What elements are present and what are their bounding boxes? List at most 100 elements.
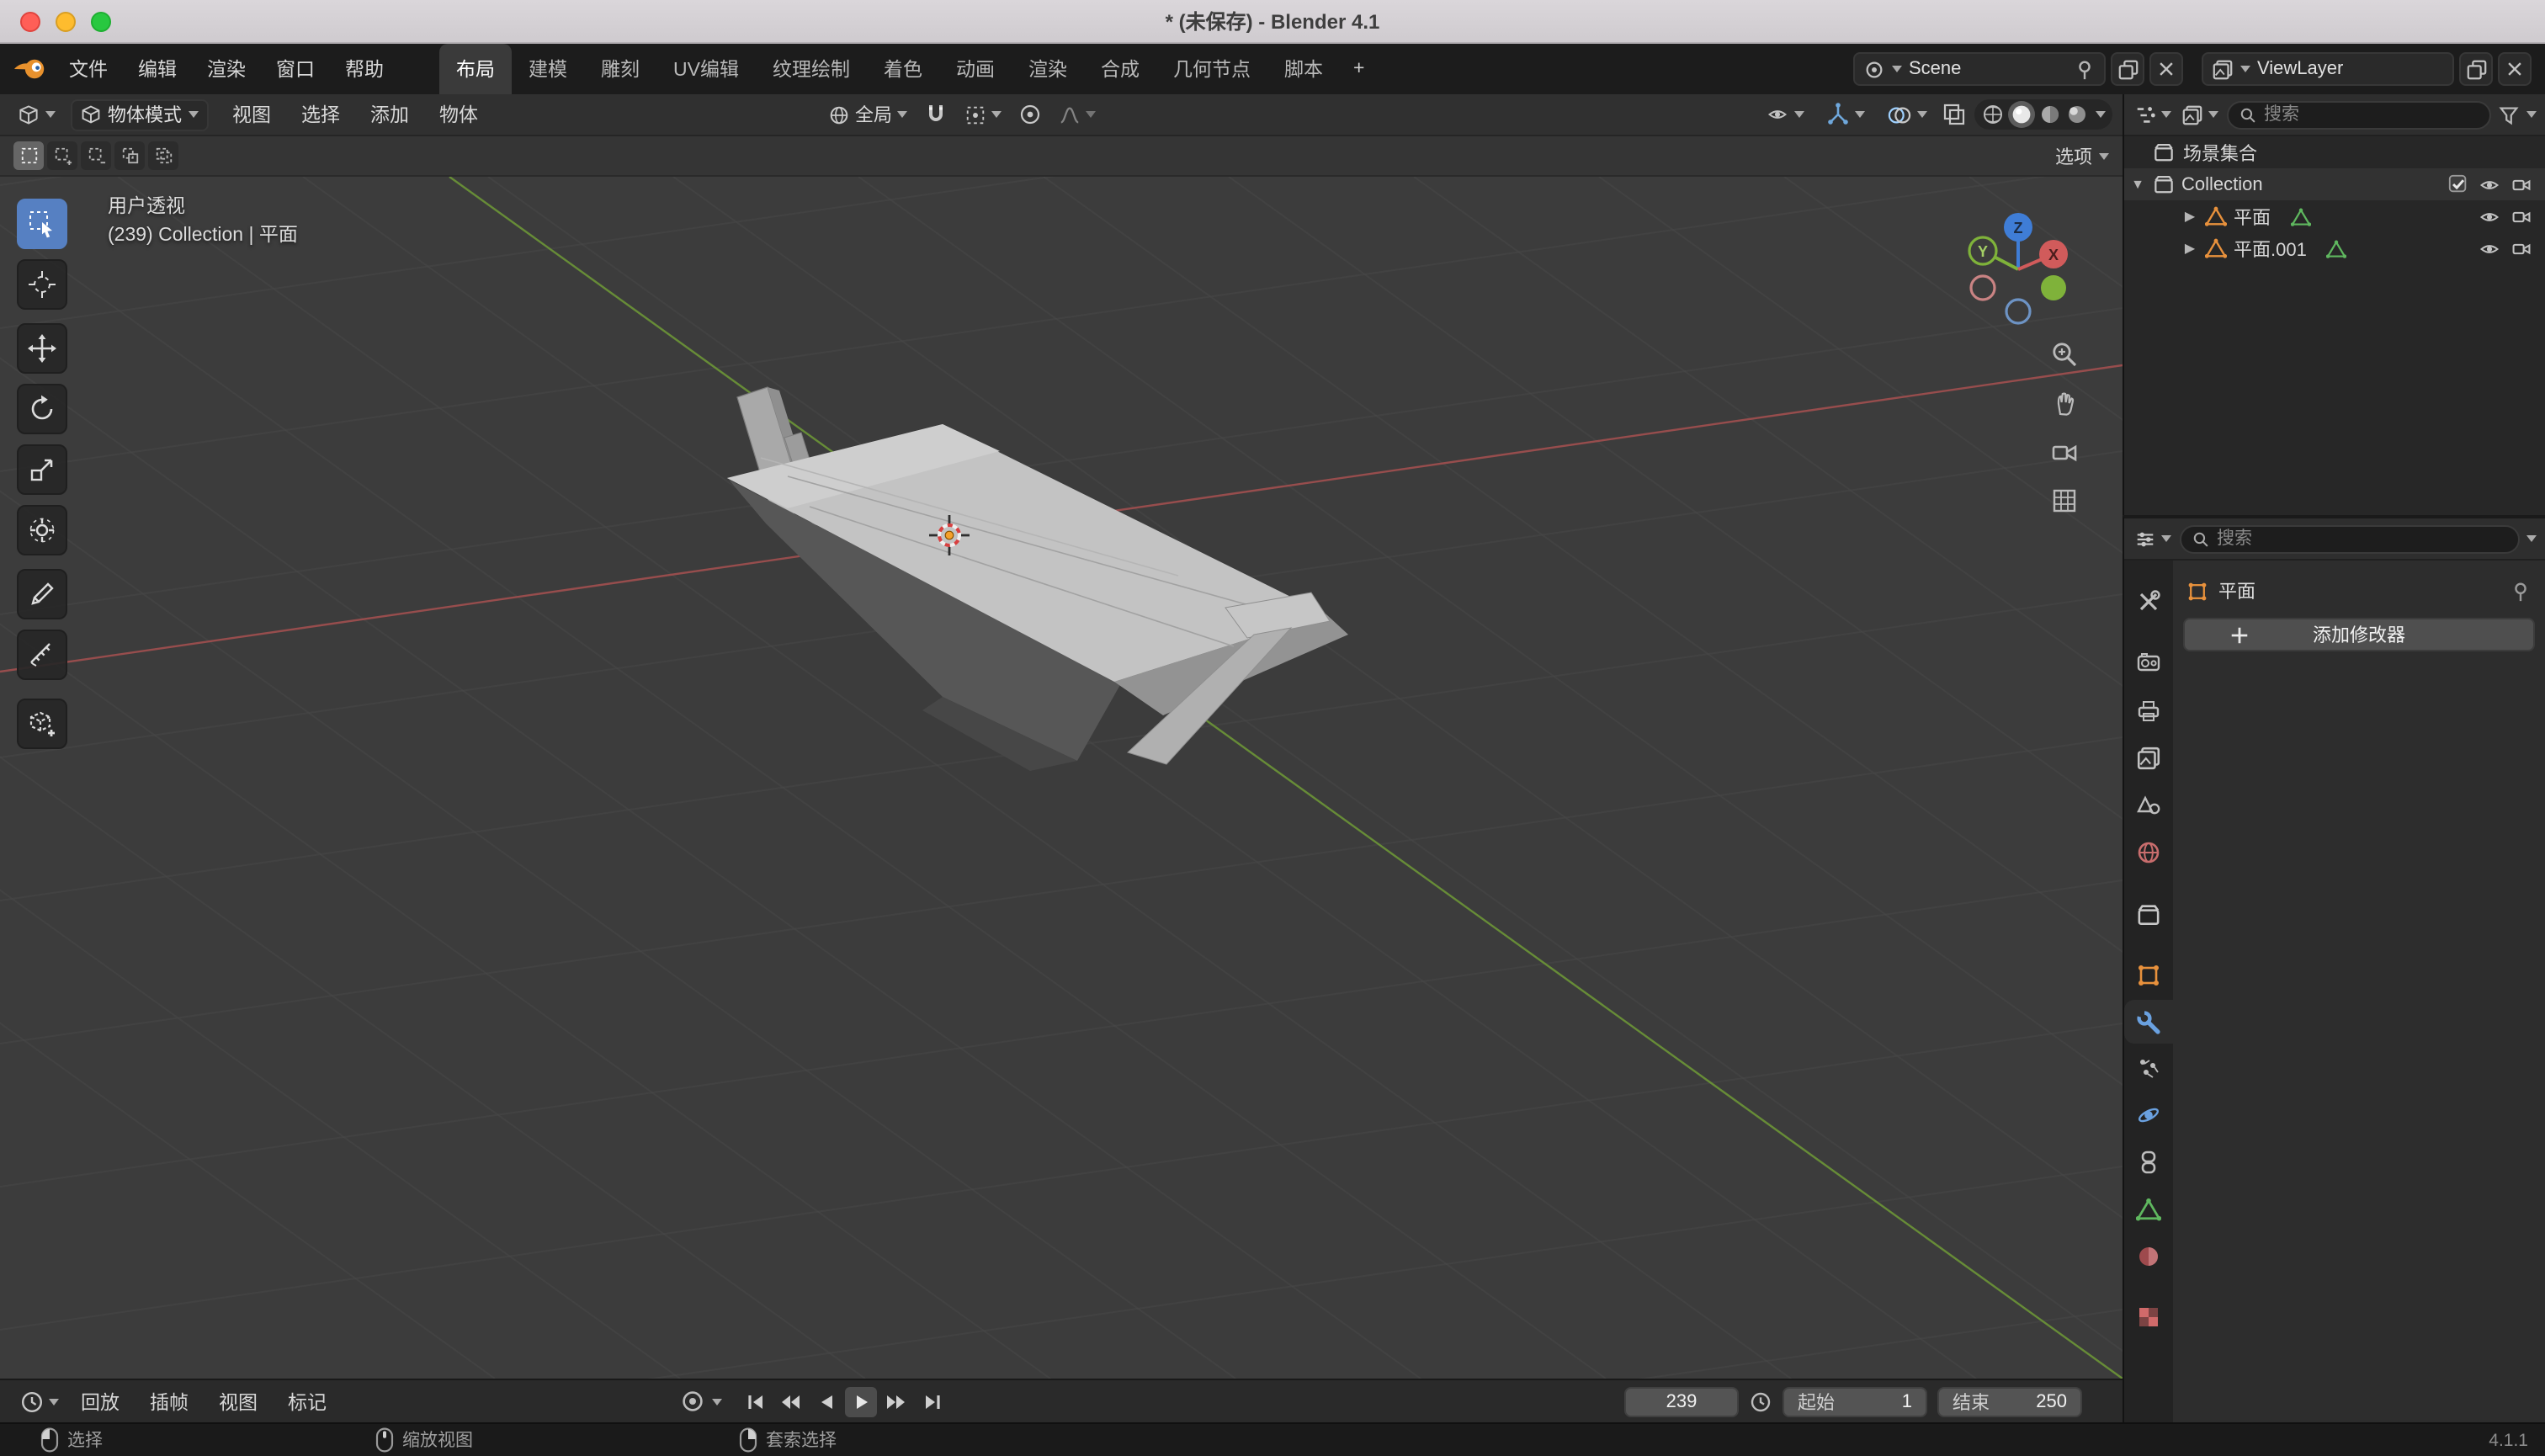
properties-tab-texture[interactable] (2124, 1294, 2173, 1338)
workspace-tab-compositing[interactable]: 合成 (1084, 44, 1156, 94)
disable-render-camera-icon[interactable] (2510, 206, 2533, 226)
workspace-tab-animation[interactable]: 动画 (939, 44, 1012, 94)
zoom-button[interactable] (2043, 335, 2084, 372)
outliner-row-plane-001[interactable]: ▶ 平面.001 (2124, 232, 2545, 264)
proportional-falloff-dropdown[interactable] (1052, 104, 1102, 125)
snap-target-dropdown[interactable] (958, 104, 1008, 125)
outliner-search[interactable] (2227, 100, 2491, 129)
outliner-row-collection[interactable]: ▼ Collection (2124, 168, 2545, 200)
properties-tab-collection[interactable] (2124, 892, 2173, 936)
properties-tab-world[interactable] (2124, 830, 2173, 874)
viewport-menu-add[interactable]: 添加 (355, 93, 424, 136)
mode-selector[interactable]: 物体模式 (71, 98, 209, 130)
shading-rendered-button[interactable] (2065, 103, 2089, 126)
gizmo-y-negative[interactable] (2041, 275, 2066, 300)
timeline-menu-marker[interactable]: 标记 (273, 1379, 342, 1423)
tool-cursor[interactable] (17, 259, 67, 310)
properties-editor-dropdown[interactable] (2133, 528, 2173, 550)
pin-icon[interactable] (2510, 580, 2532, 602)
new-scene-button[interactable] (2111, 52, 2144, 86)
expand-icon[interactable]: ▶ (2181, 209, 2198, 224)
select-mode-set-button[interactable] (13, 141, 44, 170)
gizmo-x-negative[interactable] (1971, 276, 1995, 300)
snap-magnet-toggle[interactable] (924, 103, 948, 126)
tool-move[interactable] (17, 323, 67, 374)
workspace-tab-texture-paint[interactable]: 纹理绘制 (756, 44, 867, 94)
preview-range-clock-icon[interactable] (1749, 1390, 1772, 1413)
workspace-tab-layout[interactable]: 布局 (439, 44, 512, 94)
hide-eye-icon[interactable] (2478, 206, 2501, 226)
proportional-editing-toggle[interactable] (1018, 103, 1042, 126)
shading-solid-button[interactable] (2008, 101, 2035, 128)
menu-edit[interactable]: 编辑 (123, 44, 192, 94)
properties-tab-render[interactable] (2124, 640, 2173, 683)
properties-search-input[interactable] (2217, 529, 2508, 549)
properties-tab-scene[interactable] (2124, 783, 2173, 826)
tool-options-dropdown[interactable]: 选项 (2055, 142, 2109, 169)
collapse-icon[interactable]: ▼ (2129, 177, 2146, 192)
play-button[interactable] (845, 1386, 877, 1416)
workspace-tab-modeling[interactable]: 建模 (512, 44, 584, 94)
properties-tab-particles[interactable] (2124, 1045, 2173, 1089)
properties-tab-object[interactable] (2124, 953, 2173, 996)
select-mode-subtract-button[interactable] (81, 141, 111, 170)
new-viewlayer-button[interactable] (2459, 52, 2493, 86)
xray-toggle[interactable] (1942, 103, 1966, 126)
delete-scene-button[interactable] (2149, 52, 2183, 86)
play-reverse-button[interactable] (810, 1386, 842, 1416)
menu-file[interactable]: 文件 (54, 44, 123, 94)
viewport-menu-select[interactable]: 选择 (286, 93, 355, 136)
properties-tab-output[interactable] (2124, 688, 2173, 732)
hide-eye-icon[interactable] (2478, 174, 2501, 194)
select-mode-extend-button[interactable] (47, 141, 77, 170)
filter-icon[interactable] (2498, 104, 2520, 125)
frame-end-field[interactable]: 结束 250 (1937, 1386, 2082, 1416)
workspace-tab-shading[interactable]: 着色 (867, 44, 939, 94)
expand-icon[interactable]: ▶ (2181, 241, 2198, 256)
viewport-canvas[interactable]: 用户透视 (239) Collection | 平面 Z Y X (0, 177, 2123, 1379)
current-frame-field[interactable]: 239 (1624, 1386, 1739, 1416)
properties-tab-constraints[interactable] (2124, 1140, 2173, 1183)
workspace-tab-rendering[interactable]: 渲染 (1012, 44, 1084, 94)
previous-keyframe-button[interactable] (774, 1386, 806, 1416)
outliner-row-plane[interactable]: ▶ 平面 (2124, 200, 2545, 232)
transform-orientation-dropdown[interactable]: 全局 (821, 101, 914, 128)
tool-rotate[interactable] (17, 384, 67, 434)
properties-tab-material[interactable] (2124, 1234, 2173, 1278)
hide-eye-icon[interactable] (2478, 238, 2501, 258)
properties-tab-object-data[interactable] (2124, 1187, 2173, 1230)
timeline-menu-playback[interactable]: 回放 (66, 1379, 135, 1423)
workspace-tab-scripting[interactable]: 脚本 (1267, 44, 1340, 94)
tool-scale[interactable] (17, 444, 67, 495)
jump-to-end-button[interactable] (916, 1386, 948, 1416)
jump-to-start-button[interactable] (739, 1386, 771, 1416)
disable-render-camera-icon[interactable] (2510, 238, 2533, 258)
add-workspace-button[interactable]: + (1340, 44, 1378, 94)
exclude-checkbox[interactable] (2447, 173, 2469, 195)
tool-select-box[interactable] (17, 199, 67, 249)
next-keyframe-button[interactable] (880, 1386, 912, 1416)
select-mode-invert-button[interactable] (114, 141, 145, 170)
properties-tab-view-layer[interactable] (2124, 736, 2173, 779)
ortho-toggle-button[interactable] (2043, 481, 2084, 518)
timeline-menu-keying[interactable]: 插帧 (135, 1379, 204, 1423)
timeline-editor-dropdown[interactable] (13, 1390, 66, 1413)
frame-start-field[interactable]: 起始 1 (1783, 1386, 1927, 1416)
remove-viewlayer-button[interactable] (2498, 52, 2532, 86)
workspace-tab-sculpting[interactable]: 雕刻 (584, 44, 656, 94)
properties-search[interactable] (2180, 524, 2520, 553)
editor-type-dropdown[interactable] (10, 103, 62, 126)
tool-add-primitive[interactable] (17, 699, 67, 749)
pin-icon[interactable] (2074, 58, 2096, 80)
add-modifier-button[interactable]: 添加修改器 (2183, 618, 2535, 651)
tool-annotate[interactable] (17, 569, 67, 619)
properties-tab-physics[interactable] (2124, 1092, 2173, 1136)
camera-view-button[interactable] (2043, 433, 2084, 470)
outliner-display-mode-dropdown[interactable] (2180, 104, 2220, 125)
auto-keying-toggle[interactable] (680, 1389, 705, 1414)
pan-hand-button[interactable] (2043, 384, 2084, 421)
properties-tab-modifiers[interactable] (2124, 1000, 2173, 1044)
menu-window[interactable]: 窗口 (261, 44, 330, 94)
gizmos-dropdown[interactable] (1820, 103, 1872, 126)
outliner-editor-dropdown[interactable] (2133, 104, 2173, 125)
